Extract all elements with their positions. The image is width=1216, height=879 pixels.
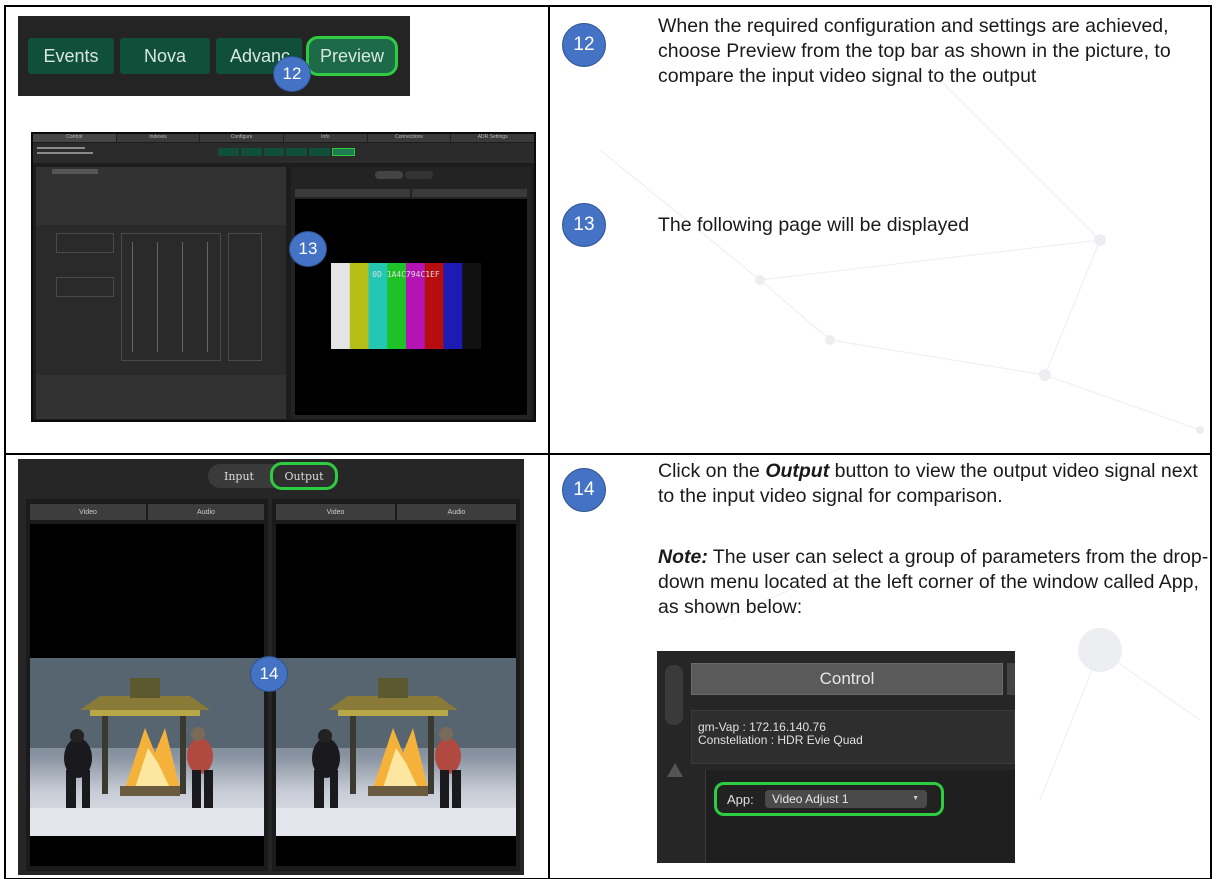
app-selector-highlight: App: Video Adjust 1 ▼: [714, 782, 944, 816]
app-dropdown[interactable]: Video Adjust 1 ▼: [765, 790, 927, 808]
page-tab[interactable]: Connections: [367, 134, 452, 142]
device-info-line: [37, 152, 93, 154]
audio-tab[interactable]: Audio: [397, 504, 516, 520]
step-12-13-text: 12 When the required configuration and s…: [548, 5, 1212, 455]
timecode-overlay: 0D 1A4C794C1EF: [372, 270, 440, 279]
input-output-toggle: Input Output: [208, 462, 338, 490]
left-settings-panel: [36, 167, 286, 419]
video-tab[interactable]: Video: [30, 504, 146, 520]
click-prefix: Click on the: [658, 460, 766, 482]
step-14-badge-image: 14: [250, 656, 288, 692]
video-preview: 0D 1A4C794C1EF: [295, 199, 527, 415]
events-button[interactable]: Events: [28, 38, 114, 74]
note-text: The user can select a group of parameter…: [658, 546, 1209, 618]
app-panel: App: Video Adjust 1 ▼: [705, 770, 1015, 863]
page-tab[interactable]: Info: [284, 134, 368, 142]
page-tab[interactable]: ADR Settings: [451, 134, 535, 142]
app-dropdown-value: Video Adjust 1: [772, 792, 849, 806]
output-word: Output: [765, 460, 830, 482]
dropdown-arrow-icon: ▼: [912, 795, 919, 802]
preview-page-screenshot: Control Indexes Configure Info Connectio…: [31, 132, 536, 422]
output-video-frame: [276, 524, 516, 866]
step-14-note: Note: The user can select a group of par…: [658, 545, 1213, 620]
input-output-preview-screenshot: Input Output Video Audio Video Audio 14: [18, 459, 524, 875]
input-video-frame: [30, 524, 264, 866]
video-tab[interactable]: Video: [276, 504, 395, 520]
output-video-column: Video Audio: [272, 499, 520, 871]
top-bar-screenshot: Events Nova Advanc Preview 12: [18, 16, 410, 96]
step-12-badge: 12: [562, 23, 606, 67]
input-video-image: [30, 658, 264, 836]
step-14-image: Input Output Video Audio Video Audio 14: [4, 453, 550, 879]
nova-button[interactable]: Nova: [120, 38, 210, 74]
options-box: [56, 233, 114, 253]
constellation-name: Constellation : HDR Evie Quad: [698, 733, 863, 747]
control-tab[interactable]: Control: [691, 663, 1003, 695]
output-toggle-mini[interactable]: [405, 171, 433, 179]
note-label: Note:: [658, 546, 708, 568]
page-tab[interactable]: Control: [33, 134, 117, 142]
audio-tab[interactable]: Audio: [148, 504, 264, 520]
step-12-badge-image: 12: [273, 56, 311, 92]
device-info-panel: gm-Vap : 172.16.140.76 Constellation : H…: [691, 710, 1015, 764]
step-12-description: When the required configuration and sett…: [658, 15, 1171, 87]
step-13-badge-image: 13: [289, 231, 327, 267]
sliders-box: [121, 233, 221, 361]
page-header: [33, 143, 534, 163]
input-video-column: Video Audio: [26, 499, 268, 871]
right-preview-panel: 0D 1A4C794C1EF: [291, 167, 531, 419]
input-button[interactable]: Input: [208, 464, 270, 488]
side-tab: [665, 665, 683, 725]
output-button[interactable]: Output: [270, 462, 338, 490]
page-tabs: Control Indexes Configure Info Connectio…: [33, 134, 535, 142]
output-video-image: [276, 658, 516, 836]
triangle-icon: [667, 763, 683, 777]
mini-top-bar: [218, 148, 355, 156]
app-label: App:: [727, 792, 754, 807]
step-13-badge: 13: [562, 203, 606, 247]
page-tab[interactable]: Configure: [200, 134, 285, 142]
page-tab[interactable]: Indexes: [116, 134, 201, 142]
app-select[interactable]: [52, 169, 98, 174]
device-info-line: [37, 147, 85, 149]
preview-button[interactable]: Preview: [306, 36, 398, 76]
step-14-badge: 14: [562, 468, 606, 512]
step-14-description: Click on the Output button to view the o…: [658, 459, 1213, 509]
control-app-screenshot: Control gm-Vap : 172.16.140.76 Constella…: [657, 651, 1015, 863]
step-12-13-images: Events Nova Advanc Preview 12 Control In…: [4, 5, 550, 455]
input-toggle-mini[interactable]: [375, 171, 403, 179]
steps-table: Events Nova Advanc Preview 12 Control In…: [4, 5, 1212, 879]
options-box: [56, 277, 114, 297]
slider-box: [228, 233, 262, 361]
step-13-description: The following page will be displayed: [658, 214, 970, 236]
